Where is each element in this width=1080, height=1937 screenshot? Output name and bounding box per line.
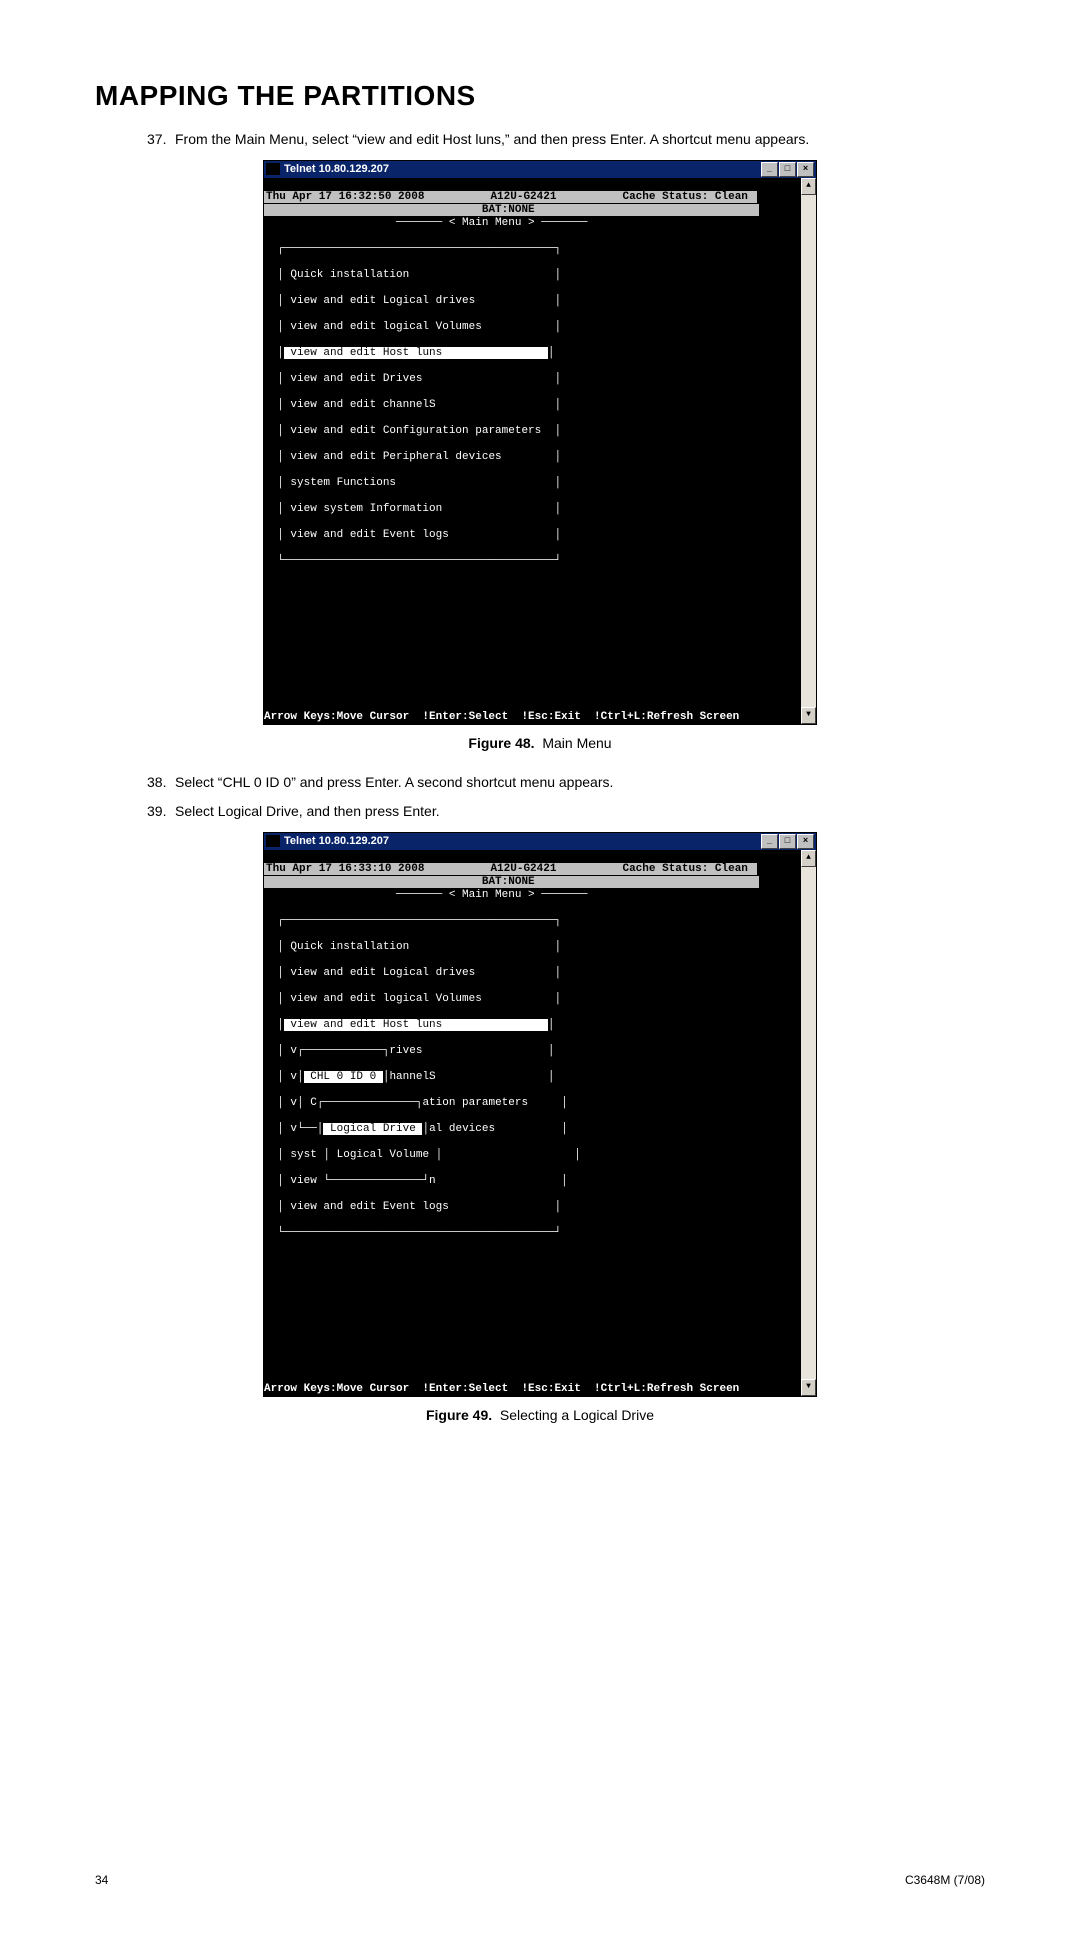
close-button[interactable]: × — [797, 162, 814, 177]
scroll-up-button[interactable]: ▲ — [801, 850, 816, 867]
maximize-button[interactable]: □ — [779, 834, 796, 849]
figure49-terminal: Telnet 10.80.129.207 _ □ × Thu Apr 17 16… — [263, 832, 817, 1397]
page-number: 34 — [95, 1873, 108, 1887]
scrollbar[interactable]: ▲ ▼ — [801, 850, 816, 1396]
step-39: 39.Select Logical Drive, and then press … — [147, 802, 985, 822]
window-title: Telnet 10.80.129.207 — [284, 163, 389, 175]
minimize-button[interactable]: _ — [761, 834, 778, 849]
close-button[interactable]: × — [797, 834, 814, 849]
figure48-caption: Figure 48. Main Menu — [95, 735, 985, 751]
step-38: 38.Select “CHL 0 ID 0” and press Enter. … — [147, 773, 985, 793]
scroll-up-button[interactable]: ▲ — [801, 178, 816, 195]
doc-id: C3648M (7/08) — [905, 1873, 985, 1887]
terminal-screen: Thu Apr 17 16:32:50 2008 A12U-G2421 Cach… — [264, 178, 801, 724]
scroll-down-button[interactable]: ▼ — [801, 707, 816, 724]
figure48-terminal: Telnet 10.80.129.207 _ □ × Thu Apr 17 16… — [263, 160, 817, 725]
window-titlebar: Telnet 10.80.129.207 _ □ × — [264, 161, 816, 178]
window-titlebar: Telnet 10.80.129.207 _ □ × — [264, 833, 816, 850]
maximize-button[interactable]: □ — [779, 162, 796, 177]
telnet-icon — [266, 163, 280, 175]
scroll-down-button[interactable]: ▼ — [801, 1379, 816, 1396]
figure49-caption: Figure 49. Selecting a Logical Drive — [95, 1407, 985, 1423]
page-footer: 34 C3648M (7/08) — [95, 1873, 985, 1887]
window-title: Telnet 10.80.129.207 — [284, 835, 389, 847]
step-37: 37.From the Main Menu, select “view and … — [147, 130, 985, 150]
scrollbar[interactable]: ▲ ▼ — [801, 178, 816, 724]
section-heading: MAPPING THE PARTITIONS — [95, 80, 985, 112]
minimize-button[interactable]: _ — [761, 162, 778, 177]
terminal-screen: Thu Apr 17 16:33:10 2008 A12U-G2421 Cach… — [264, 850, 801, 1396]
telnet-icon — [266, 835, 280, 847]
